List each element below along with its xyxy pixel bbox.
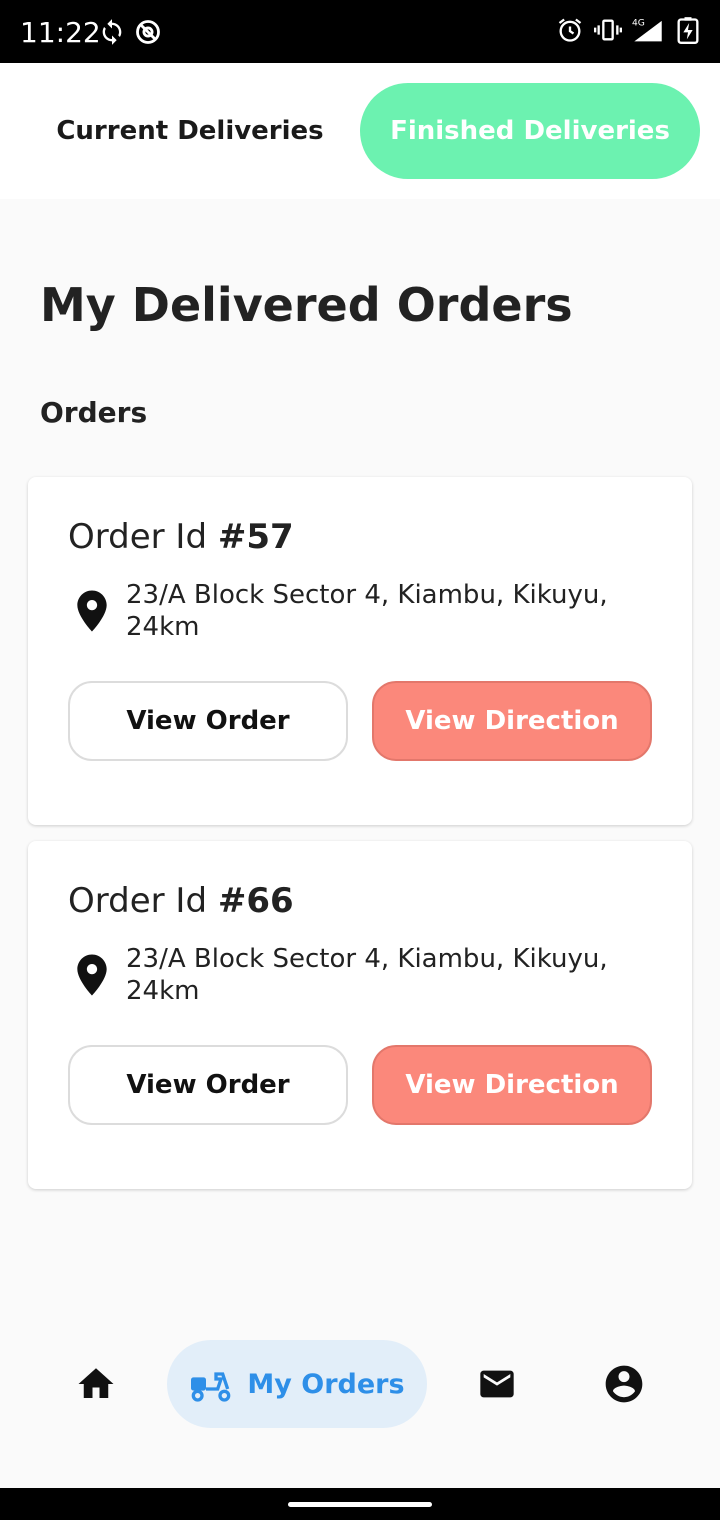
view-direction-button[interactable]: View Direction <box>372 1045 652 1125</box>
order-id: Order Id #57 <box>68 517 294 557</box>
vibrate-icon <box>594 19 622 41</box>
section-label-orders: Orders <box>40 396 148 429</box>
tab-current-deliveries[interactable]: Current Deliveries <box>20 83 360 179</box>
location-pin-icon <box>77 954 107 996</box>
view-order-button[interactable]: View Order <box>68 1045 348 1125</box>
delivery-tabs: Current Deliveries Finished Deliveries <box>0 63 720 199</box>
location-pin-icon <box>77 590 107 632</box>
address-distance: 24km <box>126 612 200 642</box>
signal-4g-icon: 4G <box>632 18 662 42</box>
delivery-scooter-icon <box>191 1372 231 1402</box>
home-icon <box>78 1368 114 1398</box>
nav-profile[interactable] <box>584 1340 664 1428</box>
status-right-icons: 4G <box>556 16 702 44</box>
status-time: 11:22 <box>20 16 101 49</box>
order-id: Order Id #66 <box>68 881 294 921</box>
network-type-label: 4G <box>632 18 645 28</box>
delivery-address: 23/A Block Sector 4, Kiambu, Kikuyu, 24k… <box>126 943 646 1007</box>
battery-charging-icon <box>677 17 699 44</box>
bottom-nav: My Orders <box>0 1320 720 1448</box>
alarm-icon <box>558 18 582 42</box>
view-order-button[interactable]: View Order <box>68 681 348 761</box>
sync-icon <box>102 19 122 45</box>
order-card: Order Id #57 23/A Block Sector 4, Kiambu… <box>28 477 692 825</box>
account-circle-icon <box>605 1365 643 1403</box>
page-title: My Delivered Orders <box>40 278 573 332</box>
nav-my-orders[interactable]: My Orders <box>167 1340 427 1428</box>
order-id-prefix: Order Id <box>68 881 218 921</box>
nav-my-orders-label: My Orders <box>247 1368 405 1400</box>
gesture-bar <box>0 1488 720 1520</box>
order-id-prefix: Order Id <box>68 517 218 557</box>
nav-messages[interactable] <box>457 1340 537 1428</box>
delivery-address: 23/A Block Sector 4, Kiambu, Kikuyu, 24k… <box>126 579 646 643</box>
order-card: Order Id #66 23/A Block Sector 4, Kiambu… <box>28 841 692 1189</box>
view-direction-button[interactable]: View Direction <box>372 681 652 761</box>
status-bar: 11:22 4G <box>0 0 720 63</box>
at-sign-icon <box>136 20 160 44</box>
address-distance: 24km <box>126 976 200 1006</box>
address-line: 23/A Block Sector 4, Kiambu, Kikuyu, <box>126 944 608 974</box>
address-line: 23/A Block Sector 4, Kiambu, Kikuyu, <box>126 580 608 610</box>
gesture-handle[interactable] <box>288 1502 432 1507</box>
status-left-icons <box>98 18 162 46</box>
order-id-number: #57 <box>217 517 294 557</box>
nav-home[interactable] <box>56 1340 136 1428</box>
order-id-number: #66 <box>217 881 294 921</box>
tab-finished-deliveries[interactable]: Finished Deliveries <box>360 83 700 179</box>
mail-icon <box>480 1370 514 1398</box>
